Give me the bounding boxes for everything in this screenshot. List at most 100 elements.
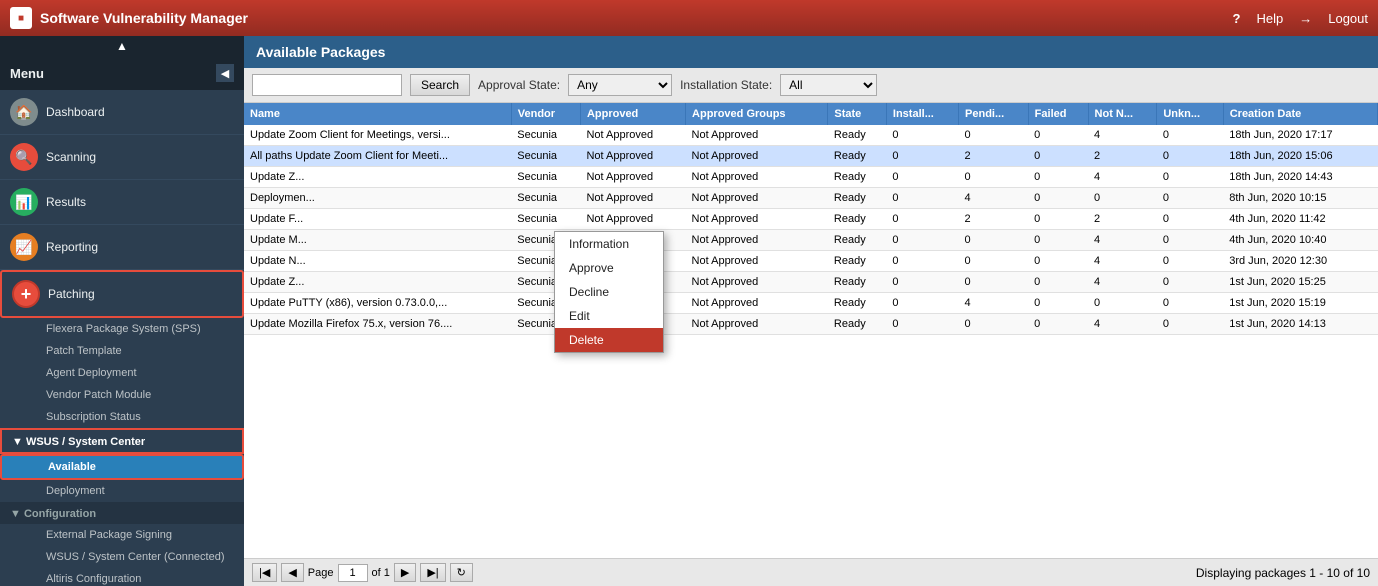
sidebar-item-label-results: Results (46, 195, 86, 209)
cell-install: 0 (886, 251, 958, 272)
sidebar-subitem-deployment[interactable]: Deployment (0, 480, 244, 502)
sidebar-item-scanning[interactable]: 🔍 Scanning (0, 135, 244, 180)
cell-state: Ready (828, 167, 887, 188)
content-area: Available Packages Search Approval State… (244, 36, 1378, 586)
table-row[interactable]: Update F... Secunia Not Approved Not App… (244, 209, 1378, 230)
results-icon: 📊 (10, 188, 38, 216)
pagination: |◀ ◀ Page 1 of 1 ▶ ▶| ↻ (252, 563, 473, 582)
search-input[interactable] (252, 74, 402, 96)
cell-approved-groups: Not Approved (686, 188, 828, 209)
sidebar-item-label-scanning: Scanning (46, 150, 96, 164)
cell-unkn: 0 (1157, 125, 1223, 146)
context-menu-decline[interactable]: Decline (555, 280, 663, 304)
cell-unkn: 0 (1157, 251, 1223, 272)
sidebar-item-patching[interactable]: + Patching (0, 270, 244, 318)
cell-vendor: Secunia (511, 125, 580, 146)
table-row[interactable]: Update PuTTY (x86), version 0.73.0.0,...… (244, 293, 1378, 314)
cell-unkn: 0 (1157, 188, 1223, 209)
table-row[interactable]: Update Mozilla Firefox 75.x, version 76.… (244, 314, 1378, 335)
cell-creation-date: 1st Jun, 2020 14:13 (1223, 314, 1377, 335)
cell-name: Update N... (244, 251, 511, 272)
context-menu-information[interactable]: Information (555, 232, 663, 256)
cell-creation-date: 4th Jun, 2020 10:40 (1223, 230, 1377, 251)
cell-state: Ready (828, 188, 887, 209)
page-next-button[interactable]: ▶ (394, 563, 416, 582)
sidebar-item-reporting[interactable]: 📈 Reporting (0, 225, 244, 270)
installation-state-select[interactable]: All Installed Not Installed (780, 74, 877, 96)
cell-approved: Not Approved (580, 209, 685, 230)
cell-not-n: 4 (1088, 230, 1157, 251)
cell-pending: 4 (959, 293, 1029, 314)
table-footer: |◀ ◀ Page 1 of 1 ▶ ▶| ↻ Displaying packa… (244, 558, 1378, 586)
cell-approved-groups: Not Approved (686, 272, 828, 293)
logout-button[interactable]: Logout (1328, 11, 1368, 26)
cell-name: All paths Update Zoom Client for Meeti..… (244, 146, 511, 167)
col-approved: Approved (580, 103, 685, 125)
page-first-button[interactable]: |◀ (252, 563, 277, 582)
table-row[interactable]: Update Z... Secunia Not Approved Not App… (244, 272, 1378, 293)
sidebar-subitem-flexera[interactable]: Flexera Package System (SPS) (0, 318, 244, 340)
title-bar-left: ■ Software Vulnerability Manager (10, 7, 248, 29)
cell-state: Ready (828, 293, 887, 314)
context-menu-delete[interactable]: Delete (555, 328, 663, 352)
sidebar-subitem-wsus-connected[interactable]: WSUS / System Center (Connected) (0, 546, 244, 568)
cell-failed: 0 (1028, 188, 1088, 209)
context-menu-edit[interactable]: Edit (555, 304, 663, 328)
sidebar-subitem-available[interactable]: Available (0, 454, 244, 480)
page-prev-button[interactable]: ◀ (281, 563, 303, 582)
table-row[interactable]: Update M... Secunia Not Approved Not App… (244, 230, 1378, 251)
approval-state-select[interactable]: Any Approved Not Approved (568, 74, 672, 96)
cell-install: 0 (886, 293, 958, 314)
cell-approved-groups: Not Approved (686, 251, 828, 272)
cell-state: Ready (828, 272, 887, 293)
sidebar-subitem-subscription[interactable]: Subscription Status (0, 406, 244, 428)
cell-approved-groups: Not Approved (686, 125, 828, 146)
cell-name: Update Mozilla Firefox 75.x, version 76.… (244, 314, 511, 335)
col-name: Name (244, 103, 511, 125)
sidebar-item-dashboard[interactable]: 🏠 Dashboard (0, 90, 244, 135)
cell-state: Ready (828, 230, 887, 251)
refresh-button[interactable]: ↻ (450, 563, 473, 582)
page-last-button[interactable]: ▶| (420, 563, 445, 582)
cell-approved: Not Approved (580, 125, 685, 146)
cell-vendor: Secunia (511, 146, 580, 167)
cell-name: Update Z... (244, 272, 511, 293)
cell-creation-date: 18th Jun, 2020 15:06 (1223, 146, 1377, 167)
cell-approved: Not Approved (580, 188, 685, 209)
sidebar-subitem-vendor-patch[interactable]: Vendor Patch Module (0, 384, 244, 406)
sidebar-subitem-altiris[interactable]: Altiris Configuration (0, 568, 244, 586)
sidebar-collapse-button[interactable]: ◀ (216, 64, 234, 82)
cell-not-n: 4 (1088, 272, 1157, 293)
help-button[interactable]: Help (1256, 11, 1283, 26)
table-row[interactable]: Update Zoom Client for Meetings, versi..… (244, 125, 1378, 146)
config-section-collapse: ▼ (10, 508, 24, 520)
table-row[interactable]: Update N... Secunia Not Approved Not App… (244, 251, 1378, 272)
menu-label: Menu (10, 66, 44, 81)
page-number-input[interactable]: 1 (338, 564, 368, 582)
sidebar-subitem-external-signing[interactable]: External Package Signing (0, 524, 244, 546)
cell-name: Update Z... (244, 167, 511, 188)
cell-install: 0 (886, 314, 958, 335)
cell-failed: 0 (1028, 314, 1088, 335)
cell-unkn: 0 (1157, 314, 1223, 335)
table-row[interactable]: Deploymen... Secunia Not Approved Not Ap… (244, 188, 1378, 209)
table-row[interactable]: All paths Update Zoom Client for Meeti..… (244, 146, 1378, 167)
sidebar-subitem-agent-deployment[interactable]: Agent Deployment (0, 362, 244, 384)
cell-unkn: 0 (1157, 146, 1223, 167)
cell-pending: 0 (959, 314, 1029, 335)
cell-creation-date: 4th Jun, 2020 11:42 (1223, 209, 1377, 230)
title-bar: ■ Software Vulnerability Manager ? Help … (0, 0, 1378, 36)
cell-failed: 0 (1028, 293, 1088, 314)
sidebar-subitem-patch-template[interactable]: Patch Template (0, 340, 244, 362)
table-row[interactable]: Update Z... Secunia Not Approved Not App… (244, 167, 1378, 188)
context-menu-approve[interactable]: Approve (555, 256, 663, 280)
table-body: Update Zoom Client for Meetings, versi..… (244, 125, 1378, 335)
packages-table-container: Name Vendor Approved Approved Groups Sta… (244, 103, 1378, 558)
sidebar-item-results[interactable]: 📊 Results (0, 180, 244, 225)
cell-approved-groups: Not Approved (686, 230, 828, 251)
patching-icon: + (12, 280, 40, 308)
sidebar-scroll-up[interactable]: ▲ (0, 36, 244, 56)
search-button[interactable]: Search (410, 74, 470, 96)
cell-not-n: 0 (1088, 188, 1157, 209)
cell-state: Ready (828, 209, 887, 230)
